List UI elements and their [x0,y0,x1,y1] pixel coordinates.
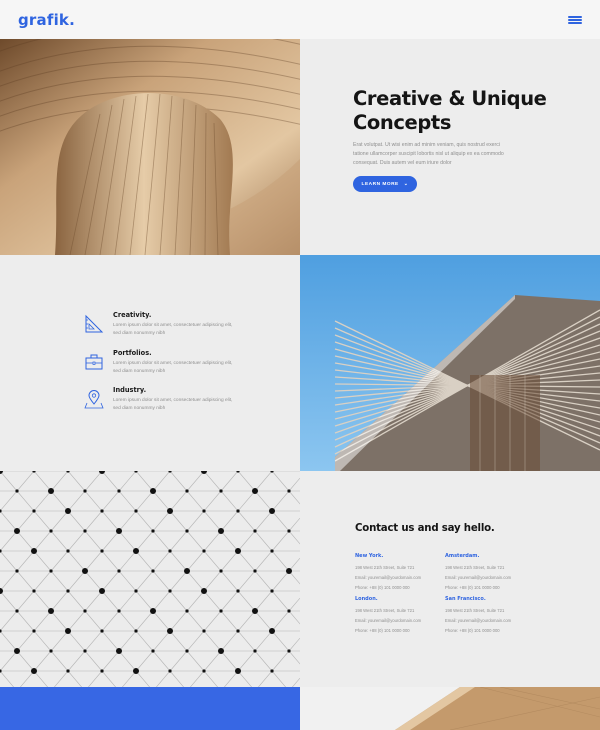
office-new-york: New York. 198 West 21th Street, Suite 72… [355,553,445,593]
hero-text: Erat volutpat. Ut wisi enim ad minim ven… [353,142,504,166]
contact-title: Contact us and say hello. [355,523,495,534]
office-amsterdam: Amsterdam. 198 West 21th Street, Suite 7… [445,553,535,593]
ruler-triangle-icon [85,314,104,333]
office-phone: Phone: +88 (0) 101 0000 000 [355,585,410,590]
office-email[interactable]: Email: youremail@yourdomain.com [445,573,535,583]
office-city: London. [355,596,378,602]
geometric-pattern-image [0,471,300,687]
briefcase-icon [85,354,103,370]
office-address: 198 West 21th Street, Suite 721 [355,565,415,570]
feature-text: Lorem ipsum dolor sit amet, consectetuer… [113,323,233,336]
logo[interactable]: grafik. [18,11,75,29]
office-address: 198 West 21th Street, Suite 721 [445,565,505,570]
office-address: 198 West 21th Street, Suite 721 [445,608,505,613]
office-san-francisco: San Francisco. 198 West 21th Street, Sui… [445,596,535,636]
feature-text: Lorem ipsum dolor sit amet, consectetuer… [113,361,233,374]
wood-angle-image [300,687,600,730]
office-phone: Phone: +88 (0) 101 0000 000 [355,628,410,633]
hero-title: Creative & Unique Concepts [353,87,547,134]
chevron-down-icon: ⌄ [403,181,409,187]
feature-title: Portfolios. [113,349,152,357]
feature-title: Industry. [113,386,147,394]
feature-text: Lorem ipsum dolor sit amet, consectetuer… [113,398,233,411]
office-phone: Phone: +88 (0) 101 0000 000 [445,585,500,590]
building-facade-image [300,255,600,471]
map-pin-icon [84,390,104,409]
office-city: San Francisco. [445,596,486,602]
learn-more-button[interactable]: LEARN MORE ⌄ [353,176,417,192]
hamburger-menu-icon[interactable] [568,14,582,26]
hero-panel: Creative & Unique Concepts Erat volutpat… [300,39,600,255]
wooden-ceiling-image [0,39,300,255]
office-email[interactable]: Email: youremail@yourdomain.com [355,573,445,583]
office-city: Amsterdam. [445,553,480,559]
contact-panel: Contact us and say hello. New York. 198 … [300,471,600,687]
office-address: 198 West 21th Street, Suite 721 [355,608,415,613]
office-email[interactable]: Email: youremail@yourdomain.com [355,616,445,626]
features-panel: Creativity. Lorem ipsum dolor sit amet, … [0,255,300,471]
learn-more-label: LEARN MORE [361,181,399,187]
site-header: grafik. [0,0,600,39]
blue-block [0,687,300,730]
office-phone: Phone: +88 (0) 101 0000 000 [445,628,500,633]
feature-title: Creativity. [113,311,152,319]
office-london: London. 198 West 21th Street, Suite 721 … [355,596,445,636]
office-email[interactable]: Email: youremail@yourdomain.com [445,616,535,626]
office-city: New York. [355,553,384,559]
